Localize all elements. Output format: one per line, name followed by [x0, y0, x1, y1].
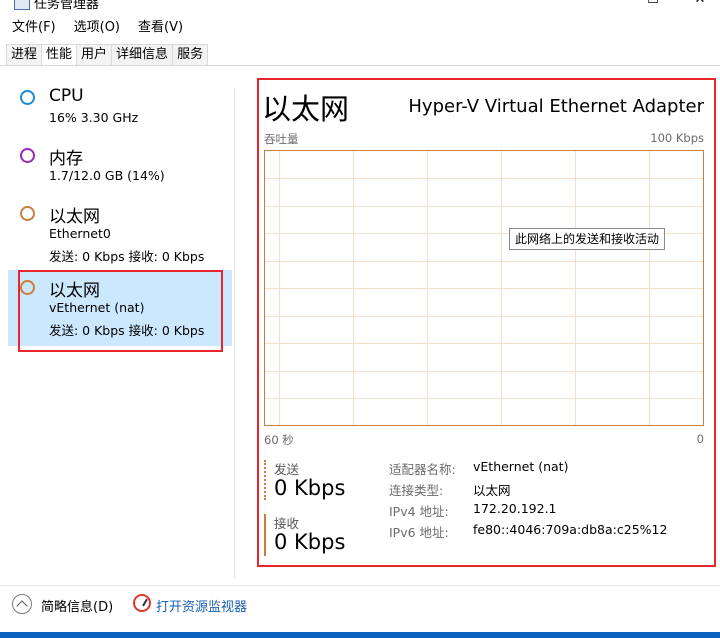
menu-options[interactable]: 选项(O) — [68, 18, 126, 38]
adapter-name-key: 适配器名称: — [389, 462, 456, 477]
close-button[interactable]: ✕ — [690, 0, 710, 10]
footer-divider — [0, 585, 720, 586]
resource-monitor-icon — [133, 594, 151, 612]
ipv6-value: fe80::4046:709a:db8a:c25%12 — [473, 522, 668, 537]
title-bar: 任务管理器 — ☐ ✕ — [0, 0, 720, 14]
resource-detail: 1.7/12.0 GB (14%) — [49, 168, 165, 183]
ipv4-value: 172.20.192.1 — [473, 501, 557, 516]
resource-item-memory[interactable]: 内存 1.7/12.0 GB (14%) — [8, 138, 232, 196]
task-manager-icon — [14, 0, 30, 10]
connection-type-value: 以太网 — [473, 483, 511, 498]
graph-max-label: 100 Kbps — [650, 131, 704, 145]
tab-services[interactable]: 服务 — [172, 44, 209, 66]
memory-indicator-icon — [20, 148, 35, 163]
adapter-name: Hyper-V Virtual Ethernet Adapter — [408, 96, 704, 117]
resource-item-cpu[interactable]: CPU 16% 3.30 GHz — [8, 80, 232, 138]
tab-strip: 进程 性能 用户 详细信息 服务 — [6, 44, 209, 67]
graph-tooltip: 此网络上的发送和接收活动 — [509, 228, 666, 250]
resource-throughput: 发送: 0 Kbps 接收: 0 Kbps — [49, 249, 205, 264]
graph-grid — [265, 151, 703, 425]
resource-name: 内存 — [49, 149, 83, 169]
send-value: 0 Kbps — [274, 476, 346, 500]
ipv6-key: IPv6 地址: — [389, 525, 449, 540]
receive-indicator — [264, 514, 266, 556]
fewer-details-label[interactable]: 简略信息(D) — [41, 596, 113, 615]
tab-users[interactable]: 用户 — [76, 44, 113, 66]
window-title: 任务管理器 — [34, 0, 100, 12]
adapter-name-value: vEthernet (nat) — [473, 459, 569, 474]
send-indicator — [264, 460, 266, 500]
page-title: 以太网 — [262, 92, 350, 126]
graph-time-end: 0 — [696, 432, 704, 446]
throughput-graph[interactable] — [264, 150, 704, 426]
menu-file[interactable]: 文件(F) — [6, 18, 62, 38]
connection-type-key: 连接类型: — [389, 483, 444, 498]
resource-detail: Ethernet0 — [49, 226, 111, 241]
ipv4-key: IPv4 地址: — [389, 504, 449, 519]
menu-view[interactable]: 查看(V) — [132, 18, 189, 38]
cpu-indicator-icon — [20, 90, 35, 105]
resource-detail: 16% 3.30 GHz — [49, 110, 139, 125]
receive-value: 0 Kbps — [274, 530, 346, 554]
resource-item-ethernet0[interactable]: 以太网 Ethernet0 发送: 0 Kbps 接收: 0 Kbps — [8, 196, 232, 268]
task-manager-window: 任务管理器 — ☐ ✕ 文件(F) 选项(O) 查看(V) 进程 性能 用户 详… — [0, 0, 720, 638]
tab-processes[interactable]: 进程 — [6, 44, 43, 66]
tab-details[interactable]: 详细信息 — [111, 44, 174, 66]
resource-name: CPU — [49, 86, 84, 106]
menu-bar: 文件(F) 选项(O) 查看(V) — [0, 18, 189, 38]
maximize-button[interactable]: ☐ — [643, 0, 663, 10]
tab-divider — [0, 65, 720, 66]
fewer-details-button[interactable] — [12, 594, 32, 614]
minimize-button[interactable]: — — [594, 0, 614, 10]
tab-performance[interactable]: 性能 — [41, 44, 78, 67]
ethernet-indicator-icon — [20, 206, 35, 221]
chevron-up-icon — [16, 600, 28, 612]
graph-label: 吞吐量 — [264, 132, 299, 146]
open-resource-monitor-link[interactable]: 打开资源监视器 — [156, 596, 247, 615]
highlight-box-sidebar — [18, 270, 223, 352]
taskbar-edge — [0, 632, 720, 638]
graph-time-start: 60 秒 — [264, 433, 294, 447]
sidebar-divider — [234, 88, 235, 578]
resource-name: 以太网 — [49, 207, 100, 227]
